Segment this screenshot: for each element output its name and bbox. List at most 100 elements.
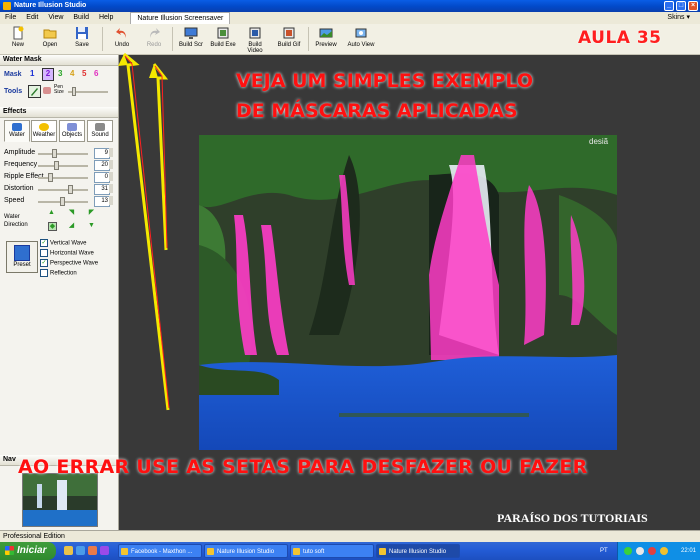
direction-right-icon[interactable]: ◢: [68, 222, 75, 229]
build-gif-button[interactable]: Build Gif: [275, 26, 303, 52]
task-nature-illusion-2[interactable]: Nature Illusion Studio: [376, 544, 460, 558]
task-nature-illusion-1[interactable]: Nature Illusion Studio: [204, 544, 288, 558]
tray-network-icon[interactable]: [624, 547, 632, 555]
task-facebook[interactable]: Facebook - Maxthon ...: [118, 544, 202, 558]
redo-button[interactable]: Redo: [140, 26, 168, 52]
pen-size-thumb[interactable]: [72, 87, 76, 96]
direction-left-icon[interactable]: ◤: [88, 209, 95, 216]
close-button[interactable]: ×: [688, 1, 698, 11]
caption-bottom: AO ERRAR USE AS SETAS PARA DESFAZER OU F…: [18, 456, 588, 478]
direction-up-right-icon[interactable]: ◥: [68, 209, 75, 216]
quicklaunch-folder-icon[interactable]: [64, 546, 73, 555]
vertical-wave-checkbox[interactable]: ✓ Vertical Wave: [40, 239, 86, 247]
undo-button[interactable]: Undo: [108, 26, 136, 52]
slider-track: [38, 177, 88, 179]
language-indicator[interactable]: PT: [600, 542, 608, 560]
effects-tabs: Water Weather Objects Sound: [0, 120, 118, 144]
distortion-value[interactable]: 31: [94, 184, 110, 195]
checkbox-checked-icon: ✓: [40, 259, 48, 267]
preset-button[interactable]: Preset: [6, 241, 38, 273]
direction-up-icon[interactable]: ▲: [48, 209, 55, 216]
direction-center-icon[interactable]: ◆: [48, 222, 57, 231]
mask-3-button[interactable]: 3: [58, 69, 62, 78]
frequency-value[interactable]: 20: [94, 160, 110, 171]
vertical-wave-label: Vertical Wave: [50, 240, 87, 247]
save-label: Save: [75, 42, 89, 48]
tools-row: Tools Pen Size: [0, 85, 118, 99]
quicklaunch-browser-icon[interactable]: [76, 546, 85, 555]
new-button[interactable]: New: [4, 26, 32, 52]
maximize-button[interactable]: □: [676, 1, 686, 11]
auto-view-button[interactable]: Auto View: [344, 26, 378, 52]
tab-objects[interactable]: Objects: [59, 120, 85, 142]
tab-objects-label: Objects: [61, 132, 83, 138]
horizontal-wave-label: Horizontal Wave: [50, 250, 94, 257]
tray-volume-icon[interactable]: [636, 547, 644, 555]
build-exe-button[interactable]: Build Exe: [209, 26, 237, 52]
direction-down-icon[interactable]: ▼: [88, 222, 95, 229]
menu-help[interactable]: Help: [94, 12, 118, 24]
skins-menu[interactable]: Skins ▾: [667, 12, 690, 24]
slider-track: [38, 189, 88, 191]
redo-label: Redo: [146, 42, 162, 48]
pen-tool-icon[interactable]: [28, 85, 41, 98]
menu-build[interactable]: Build: [68, 12, 94, 24]
save-button[interactable]: Save: [68, 26, 96, 52]
perspective-wave-checkbox[interactable]: ✓ Perspective Wave: [40, 259, 98, 267]
slider-track: [38, 153, 88, 155]
eraser-tool-icon[interactable]: [43, 87, 51, 94]
preview-button[interactable]: Preview: [312, 26, 340, 52]
mask-4-button[interactable]: 4: [70, 69, 74, 78]
speed-value[interactable]: 13: [94, 196, 110, 207]
mask-6-button[interactable]: 6: [94, 69, 98, 78]
quicklaunch-media-icon[interactable]: [88, 546, 97, 555]
task-tuto-soft[interactable]: tuto soft: [290, 544, 374, 558]
reflection-checkbox[interactable]: Reflection: [40, 269, 77, 277]
menu-file[interactable]: File: [0, 12, 21, 24]
task-label: tuto soft: [303, 549, 325, 555]
frequency-label: Frequency: [4, 161, 38, 168]
slider-thumb[interactable]: [68, 185, 73, 194]
mask-5-button[interactable]: 5: [82, 69, 86, 78]
menu-view[interactable]: View: [43, 12, 68, 24]
build-video-button[interactable]: Build Video: [241, 26, 269, 54]
ripple-effect-value[interactable]: 0: [94, 172, 110, 183]
amplitude-slider[interactable]: Amplitude 9: [4, 148, 116, 159]
slider-thumb[interactable]: [48, 173, 53, 182]
mask-2-button[interactable]: 2: [42, 68, 54, 81]
slider-thumb[interactable]: [52, 149, 57, 158]
ripple-effect-slider[interactable]: Ripple Effect 0: [4, 172, 116, 183]
gif-icon: [283, 27, 295, 39]
horizontal-wave-checkbox[interactable]: Horizontal Wave: [40, 249, 94, 257]
windows-logo-icon: [5, 545, 14, 555]
document-tab[interactable]: Nature Illusion Screensaver: [130, 12, 231, 24]
waterfall-photo[interactable]: [199, 135, 617, 450]
start-button[interactable]: Iniciar: [0, 542, 56, 560]
menu-edit[interactable]: Edit: [21, 12, 43, 24]
clock: 22:01: [680, 548, 696, 554]
quicklaunch-app-icon[interactable]: [100, 546, 109, 555]
mask-1-button[interactable]: 1: [30, 69, 34, 78]
distortion-slider[interactable]: Distortion 31: [4, 184, 116, 195]
mask-label: Mask: [4, 71, 22, 78]
navigator-thumbnail[interactable]: [22, 473, 98, 527]
sun-icon: [39, 123, 49, 131]
tab-water[interactable]: Water: [4, 120, 30, 142]
amplitude-label: Amplitude: [4, 149, 36, 156]
slider-thumb[interactable]: [54, 161, 59, 170]
tab-weather[interactable]: Weather: [31, 120, 57, 142]
minimize-button[interactable]: _: [664, 1, 674, 11]
tab-sound[interactable]: Sound: [87, 120, 113, 142]
slider-thumb[interactable]: [60, 197, 65, 206]
app-icon: [379, 548, 386, 555]
mask-row: Mask 1 2 3 4 5 6: [0, 68, 118, 83]
speed-slider[interactable]: Speed 13: [4, 196, 116, 207]
build-scr-button[interactable]: Build Scr: [177, 26, 205, 52]
tray-security-icon[interactable]: [648, 547, 656, 555]
caption-line-2: DE MÁSCARAS APLICADAS: [236, 100, 518, 122]
reflection-label: Reflection: [50, 270, 77, 277]
frequency-slider[interactable]: Frequency 20: [4, 160, 116, 171]
tray-update-icon[interactable]: [660, 547, 668, 555]
amplitude-value[interactable]: 9: [94, 148, 110, 159]
open-button[interactable]: Open: [36, 26, 64, 52]
